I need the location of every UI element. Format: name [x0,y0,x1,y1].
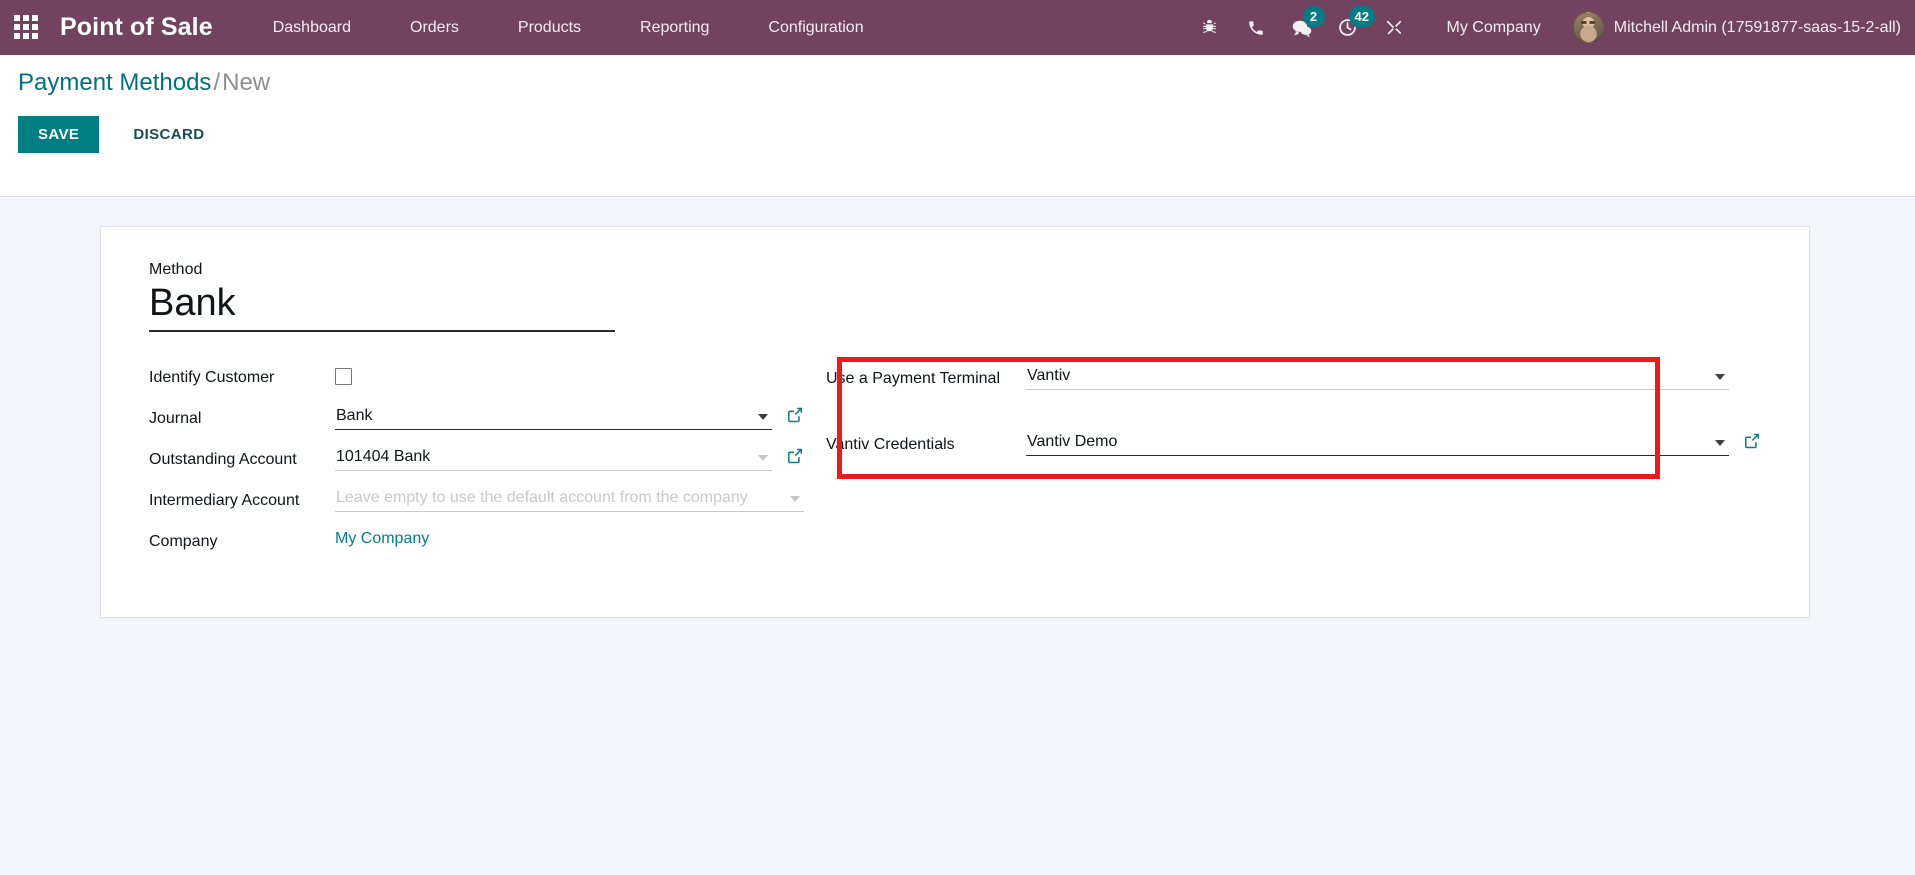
discard-button[interactable]: DISCARD [111,116,226,153]
control-panel-buttons: SAVE DISCARD [0,115,1915,153]
activities-clock-icon[interactable]: 42 [1325,0,1375,55]
save-button[interactable]: SAVE [18,115,100,153]
outstanding-account-label: Outstanding Account [149,450,297,468]
journal-input[interactable]: Bank [335,405,772,430]
sheet-wrapper: Method Bank Identify Customer Journal Ba… [0,197,1915,618]
phone-icon[interactable] [1233,0,1279,55]
method-name-input[interactable]: Bank [149,282,615,332]
journal-label: Journal [149,409,202,427]
company-label: Company [149,532,218,550]
vantiv-credentials-external-link-icon[interactable] [1743,432,1761,455]
field-intermediary-account: Intermediary Account [149,486,804,515]
intermediary-account-input[interactable] [335,486,804,512]
outstanding-account-input[interactable]: 101404 Bank [335,446,772,471]
messages-icon[interactable]: 2 [1279,0,1325,55]
menu-item-dashboard[interactable]: Dashboard [257,13,367,43]
method-label: Method [149,261,203,278]
top-navbar: Point of Sale Dashboard Orders Products … [0,0,1915,55]
breadcrumb: Payment Methods/New [0,69,1915,98]
intermediary-account-label: Intermediary Account [149,491,300,509]
field-vantiv-credentials: Vantiv Credentials Vantiv Demo [826,431,1761,459]
outstanding-account-external-link-icon[interactable] [786,447,804,470]
breadcrumb-current: New [222,69,271,96]
identify-customer-label: Identify Customer [149,368,275,386]
messages-badge: 2 [1302,6,1325,27]
app-brand-title[interactable]: Point of Sale [52,13,221,42]
field-payment-terminal: Use a Payment Terminal Vantiv [826,365,1761,393]
menu-item-configuration[interactable]: Configuration [752,13,879,43]
control-panel: Payment Methods/New SAVE DISCARD [0,55,1915,197]
payment-terminal-label: Use a Payment Terminal [826,369,1000,387]
menu-item-products[interactable]: Products [502,13,597,43]
breadcrumb-separator: / [213,69,221,96]
user-menu[interactable]: Mitchell Admin (17591877-saas-15-2-all) [1557,12,1901,43]
avatar [1572,12,1604,43]
payment-terminal-select[interactable]: Vantiv [1026,365,1729,390]
company-switcher[interactable]: My Company [1417,19,1557,37]
form-columns: Identify Customer Journal Bank Outstandi… [149,364,1761,569]
menu-item-orders[interactable]: Orders [394,13,475,43]
menu-item-reporting[interactable]: Reporting [624,13,725,43]
form-column-left: Identify Customer Journal Bank Outstandi… [149,364,804,569]
field-company: Company My Company [149,528,804,556]
field-journal: Journal Bank [149,405,804,433]
form-sheet: Method Bank Identify Customer Journal Ba… [100,226,1810,618]
breadcrumb-root[interactable]: Payment Methods [18,69,211,96]
apps-grid-icon[interactable] [14,14,40,41]
right-column-spacer [826,407,1761,431]
user-menu-label: Mitchell Admin (17591877-saas-15-2-all) [1613,18,1901,36]
vantiv-credentials-input[interactable]: Vantiv Demo [1026,431,1729,456]
journal-external-link-icon[interactable] [786,406,804,429]
vantiv-credentials-label: Vantiv Credentials [826,435,955,453]
main-menu: Dashboard Orders Products Reporting Conf… [257,13,907,43]
bug-icon[interactable] [1187,0,1233,55]
identify-customer-checkbox[interactable] [335,367,352,385]
method-title-block: Method Bank [149,261,1761,332]
field-outstanding-account: Outstanding Account 101404 Bank [149,446,804,474]
field-identify-customer: Identify Customer [149,364,804,392]
navbar-systray: 2 42 My Company Mitchell Admin (17591877… [1187,0,1915,55]
tools-icon[interactable] [1371,0,1417,55]
company-value-link[interactable]: My Company [335,528,429,548]
form-column-right: Use a Payment Terminal Vantiv Vantiv Cre… [804,364,1761,473]
